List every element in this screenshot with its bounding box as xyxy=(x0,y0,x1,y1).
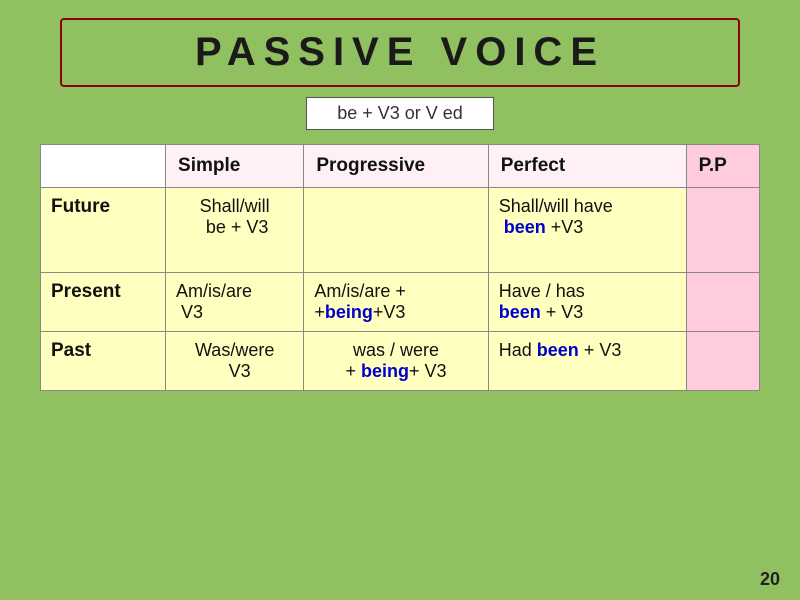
future-simple-text: Shall/will be + V3 xyxy=(200,196,270,237)
table-row-future: Future Shall/will be + V3 Shall/will hav… xyxy=(41,188,760,273)
header-perfect: Perfect xyxy=(488,145,686,188)
header-simple: Simple xyxy=(166,145,304,188)
past-prog-prefix: was / were xyxy=(353,340,439,360)
past-progressive: was / were + being+ V3 xyxy=(304,332,488,391)
present-perfect-suffix: + V3 xyxy=(546,302,584,322)
future-simple: Shall/will be + V3 xyxy=(166,188,304,273)
present-progressive: Am/is/are + +being+V3 xyxy=(304,273,488,332)
past-perfect-suffix: + V3 xyxy=(584,340,622,360)
past-simple-text: Was/were V3 xyxy=(195,340,274,381)
table-row-past: Past Was/were V3 was / were + being+ V3 … xyxy=(41,332,760,391)
present-prog-being: being xyxy=(325,302,373,322)
future-pp xyxy=(686,188,759,273)
past-perfect-prefix: Had xyxy=(499,340,532,360)
past-simple: Was/were V3 xyxy=(166,332,304,391)
past-perfect-been: been xyxy=(537,340,579,360)
present-simple: Am/is/are V3 xyxy=(166,273,304,332)
header-pp: P.P xyxy=(686,145,759,188)
page-title: PASSIVE VOICE xyxy=(195,30,605,74)
present-perfect: Have / has been + V3 xyxy=(488,273,686,332)
title-box: PASSIVE VOICE xyxy=(60,18,740,87)
present-label: Present xyxy=(41,273,166,332)
main-page: PASSIVE VOICE be + V3 or V ed Simple Pro… xyxy=(0,0,800,600)
formula-box: be + V3 or V ed xyxy=(306,97,494,130)
passive-voice-table: Simple Progressive Perfect P.P Future Sh… xyxy=(40,144,760,391)
future-perfect-v3: +V3 xyxy=(551,217,584,237)
future-progressive xyxy=(304,188,488,273)
page-number: 20 xyxy=(760,569,780,590)
header-col1 xyxy=(41,145,166,188)
present-pp xyxy=(686,273,759,332)
future-perfect-line1: Shall/will have xyxy=(499,196,613,216)
future-perfect: Shall/will have been +V3 xyxy=(488,188,686,273)
future-perfect-been: been xyxy=(499,217,546,237)
past-label: Past xyxy=(41,332,166,391)
past-pp xyxy=(686,332,759,391)
table-row-present: Present Am/is/are V3 Am/is/are + +being+… xyxy=(41,273,760,332)
future-label: Future xyxy=(41,188,166,273)
present-prog-prefix: Am/is/are + xyxy=(314,281,406,301)
past-prog-being: being xyxy=(361,361,409,381)
header-progressive: Progressive xyxy=(304,145,488,188)
present-perfect-prefix: Have / has xyxy=(499,281,585,301)
present-perfect-been: been xyxy=(499,302,541,322)
table-header-row: Simple Progressive Perfect P.P xyxy=(41,145,760,188)
present-simple-text: Am/is/are V3 xyxy=(176,281,252,322)
formula-text: be + V3 or V ed xyxy=(337,103,463,123)
past-perfect: Had been + V3 xyxy=(488,332,686,391)
